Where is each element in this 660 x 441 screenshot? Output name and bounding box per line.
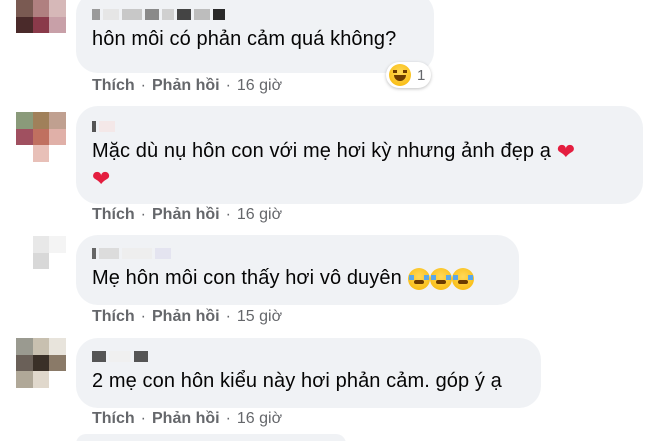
separator: · (140, 410, 146, 427)
comment-bubble-partial (76, 434, 346, 441)
separator: · (225, 77, 231, 94)
comment-text: hôn môi có phản cảm quá không? (92, 28, 397, 50)
like-link[interactable]: Thích (92, 410, 135, 428)
like-link[interactable]: Thích (92, 308, 135, 326)
timestamp[interactable]: 16 giờ (237, 77, 282, 95)
comment-actions: Thích · Phản hồi · 15 giờ (92, 308, 282, 326)
avatar[interactable] (16, 0, 66, 50)
comment-text: Mẹ hôn môi con thấy hơi vô duyên (92, 265, 503, 292)
comment-bubble: Mặc dù nụ hôn con với mẹ hơi kỳ nhưng ản… (76, 106, 643, 204)
reply-link[interactable]: Phản hồi (152, 410, 220, 428)
reply-link[interactable]: Phản hồi (152, 206, 220, 224)
timestamp[interactable]: 16 giờ (237, 410, 282, 428)
separator: · (140, 206, 146, 223)
comment-actions: Thích · Phản hồi · 16 giờ (92, 410, 282, 428)
author-name-blurred[interactable] (92, 247, 503, 259)
separator: · (225, 410, 231, 427)
reaction-summary[interactable]: 1 (386, 62, 432, 88)
reply-link[interactable]: Phản hồi (152, 308, 220, 326)
avatar[interactable] (16, 338, 66, 388)
author-name-blurred[interactable] (92, 350, 525, 362)
reply-link[interactable]: Phản hồi (152, 77, 220, 95)
separator: · (225, 206, 231, 223)
comment-text: Mặc dù nụ hôn con với mẹ hơi kỳ nhưng ản… (92, 139, 576, 191)
tears-emoji-icon (407, 267, 430, 290)
heart-icon: ❤ (92, 166, 111, 191)
author-name-blurred[interactable] (92, 120, 627, 132)
comment-actions: Thích · Phản hồi · 16 giờ (92, 77, 282, 95)
comment-text: 2 mẹ con hôn kiểu này hơi phản cảm. góp … (92, 370, 502, 392)
author-name-blurred[interactable] (92, 8, 418, 20)
avatar[interactable] (16, 112, 66, 162)
tears-emoji-icon (429, 267, 452, 290)
comment-bubble: hôn môi có phản cảm quá không? (76, 0, 434, 73)
laughing-emoji-icon (389, 64, 411, 86)
separator: · (140, 77, 146, 94)
reaction-count: 1 (417, 66, 426, 84)
separator: · (225, 308, 231, 325)
heart-icon: ❤ (556, 139, 576, 164)
like-link[interactable]: Thích (92, 77, 135, 95)
comment-bubble: 2 mẹ con hôn kiểu này hơi phản cảm. góp … (76, 338, 541, 408)
comment-actions: Thích · Phản hồi · 16 giờ (92, 206, 282, 224)
avatar[interactable] (16, 236, 66, 286)
tears-emoji-icon (451, 267, 474, 290)
comment-bubble: Mẹ hôn môi con thấy hơi vô duyên (76, 235, 519, 305)
timestamp[interactable]: 15 giờ (237, 308, 282, 326)
like-link[interactable]: Thích (92, 206, 135, 224)
separator: · (140, 308, 146, 325)
timestamp[interactable]: 16 giờ (237, 206, 282, 224)
